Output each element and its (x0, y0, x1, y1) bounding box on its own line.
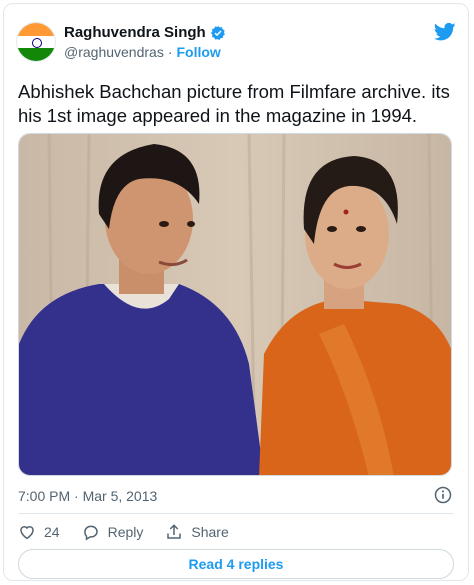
heart-icon (20, 526, 34, 540)
author-handle-row: @raghuvendras · Follow (64, 44, 221, 60)
author-name[interactable]: Raghuvendra Singh (64, 24, 206, 41)
tweet-header: Raghuvendra Singh @raghuvendras · Follow (16, 22, 456, 66)
flag-green-band (17, 48, 55, 61)
verified-badge-icon (210, 25, 225, 40)
like-count: 24 (44, 524, 60, 540)
tweet-meta-row: 7:00 PM · Mar 5, 2013 (18, 486, 454, 506)
ashoka-chakra-icon (32, 38, 42, 48)
author-name-row: Raghuvendra Singh (64, 24, 226, 41)
info-icon[interactable] (434, 486, 452, 504)
tweet-text: Abhishek Bachchan picture from Filmfare … (18, 81, 450, 126)
timestamp[interactable]: 7:00 PM · Mar 5, 2013 (18, 488, 157, 504)
flag-saffron-band (17, 23, 55, 36)
like-button[interactable]: 24 (18, 523, 60, 541)
photo-image (19, 134, 451, 475)
avatar[interactable] (16, 22, 56, 62)
author-handle[interactable]: @raghuvendras (64, 44, 164, 60)
divider (18, 513, 454, 514)
read-replies-button[interactable]: Read 4 replies (18, 549, 454, 579)
twitter-bird-icon[interactable] (434, 22, 456, 42)
tweet-photo[interactable] (18, 133, 452, 476)
share-icon (167, 524, 182, 539)
reply-bubble-icon (83, 525, 98, 541)
tweet-actions: 24 Reply Share (18, 522, 251, 542)
reply-label: Reply (107, 524, 144, 540)
share-label: Share (191, 524, 229, 540)
follow-button[interactable]: Follow (177, 44, 221, 60)
reply-button[interactable]: Reply (82, 523, 144, 541)
share-button[interactable]: Share (165, 523, 229, 541)
separator-dot: · (167, 44, 173, 60)
